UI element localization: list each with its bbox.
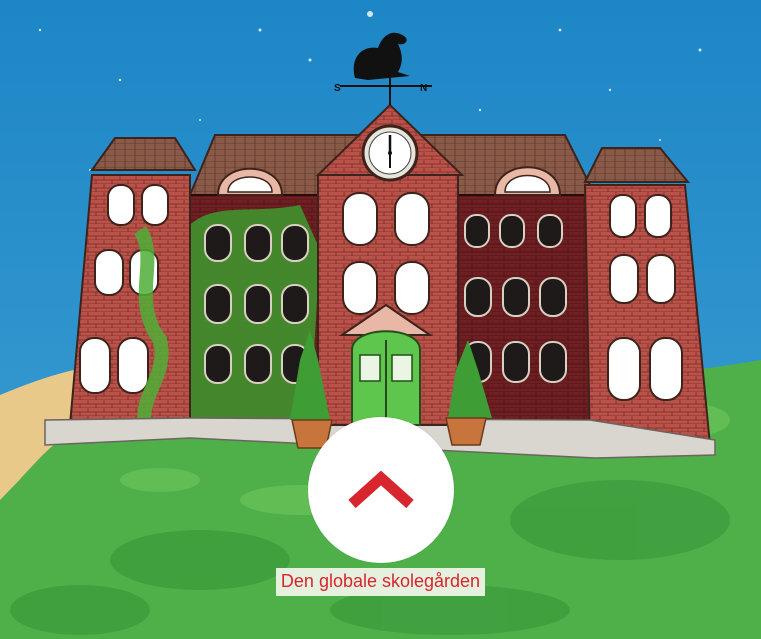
- caption-label[interactable]: Den globale skolegården: [275, 568, 486, 596]
- chevron-up-icon: [348, 470, 414, 509]
- scroll-up-button[interactable]: [308, 417, 454, 563]
- weathervane-north: N: [420, 83, 427, 94]
- weathervane-south: S: [334, 83, 341, 94]
- left-wing-windows: [204, 224, 309, 384]
- right-wing-windows: [464, 214, 567, 383]
- caption-container: Den globale skolegården: [0, 568, 761, 596]
- clock: [361, 124, 419, 182]
